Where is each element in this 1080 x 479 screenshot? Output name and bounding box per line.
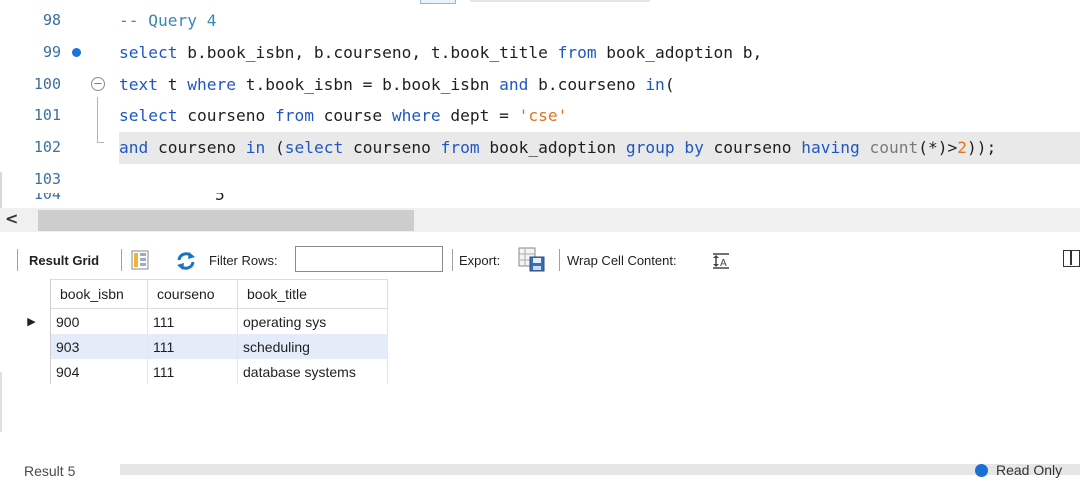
line-number: 103 [33, 170, 61, 188]
line-number: 98 [42, 11, 61, 29]
table-cell[interactable]: 111 [147, 359, 238, 384]
fold-guide [97, 97, 98, 142]
read-only-label: Read Only [996, 462, 1063, 478]
editor-tab-indicator [420, 0, 456, 4]
editor-horizontal-scrollbar[interactable]: < [0, 208, 1080, 232]
column-header-courseno[interactable]: courseno [147, 279, 238, 309]
result-toolbar: Result Grid Filter Rows: Export: Wrap Ce… [0, 241, 1080, 281]
toolbar-separator [121, 249, 122, 271]
result-grid: book_isbn courseno book_title ▶ 900 111 … [13, 279, 388, 384]
table-cell[interactable]: 903 [50, 334, 148, 359]
fold-collapse-icon[interactable]: − [91, 77, 105, 91]
svg-text:A: A [720, 258, 727, 269]
line-number: 100 [33, 75, 61, 93]
code-line[interactable]: 101 select courseno from course where de… [0, 100, 1080, 132]
row-header-corner [13, 279, 51, 309]
line-number: 104 [33, 193, 61, 203]
code-text: select b.book_isbn, b.courseno, t.book_t… [119, 43, 763, 62]
export-label: Export: [459, 253, 501, 268]
table-cell[interactable]: 904 [50, 359, 148, 384]
editor-tab-strip [470, 0, 650, 2]
sql-editor[interactable]: 98 -- Query 4 99 select b.book_isbn, b.c… [0, 0, 1080, 210]
filter-rows-label: Filter Rows: [209, 253, 278, 268]
result-grid-tab[interactable]: Result Grid [29, 253, 99, 268]
info-icon [975, 464, 988, 477]
refresh-icon[interactable] [174, 250, 198, 277]
row-header[interactable] [13, 359, 51, 384]
current-row-indicator-icon: ▶ [13, 308, 51, 334]
wrap-cell-content-label: Wrap Cell Content: [567, 253, 677, 268]
column-header-book-isbn[interactable]: book_isbn [50, 279, 148, 309]
code-text: select courseno from course where dept =… [119, 106, 568, 125]
code-text: -- Query 4 [119, 11, 217, 30]
scroll-left-icon[interactable]: < [5, 209, 18, 228]
line-number: 99 [42, 43, 61, 61]
export-icon[interactable] [518, 247, 548, 278]
line-number: 101 [33, 106, 61, 124]
status-area [120, 464, 1080, 475]
scrollbar-thumb[interactable] [38, 210, 414, 231]
line-number: 102 [33, 138, 61, 156]
code-line-partial: 104 5 [0, 193, 1080, 208]
toolbar-separator [17, 249, 18, 271]
window-edge [0, 372, 2, 432]
table-row[interactable]: 904 111 database systems [13, 359, 388, 384]
result-tab[interactable]: Result 5 [24, 463, 75, 479]
table-row[interactable]: 903 111 scheduling [13, 334, 388, 359]
form-editor-icon[interactable] [131, 250, 149, 275]
table-cell[interactable]: scheduling [237, 334, 388, 359]
table-cell[interactable]: 900 [50, 308, 148, 334]
row-header[interactable] [13, 334, 51, 359]
table-cell[interactable]: 111 [147, 308, 238, 334]
code-line[interactable]: 102 and courseno in (select courseno fro… [0, 132, 1080, 164]
toolbar-separator [452, 249, 453, 271]
table-cell[interactable]: 111 [147, 334, 238, 359]
code-line[interactable]: 100 − text t where t.book_isbn = b.book_… [0, 69, 1080, 101]
read-only-status: Read Only [975, 462, 1062, 478]
grid-header-row: book_isbn courseno book_title [13, 279, 388, 309]
column-header-book-title[interactable]: book_title [237, 279, 388, 309]
table-cell[interactable]: operating sys [237, 308, 388, 334]
code-text: 5 [215, 193, 225, 204]
code-line[interactable]: 103 [0, 164, 1080, 196]
table-cell[interactable]: database systems [237, 359, 388, 384]
filter-rows-input[interactable] [295, 246, 443, 272]
wrap-cell-icon[interactable]: A [712, 252, 730, 275]
side-panel-icon[interactable] [1063, 250, 1080, 267]
fold-guide-end [97, 142, 104, 143]
code-text: text t where t.book_isbn = b.book_isbn a… [119, 75, 675, 94]
toolbar-separator [559, 249, 560, 271]
code-text: and courseno in (select courseno from bo… [119, 138, 997, 157]
statement-dot-icon [72, 48, 81, 57]
table-row[interactable]: ▶ 900 111 operating sys [13, 308, 388, 334]
code-line[interactable]: 99 select b.book_isbn, b.courseno, t.boo… [0, 37, 1080, 69]
code-line[interactable]: 98 -- Query 4 [0, 5, 1080, 37]
